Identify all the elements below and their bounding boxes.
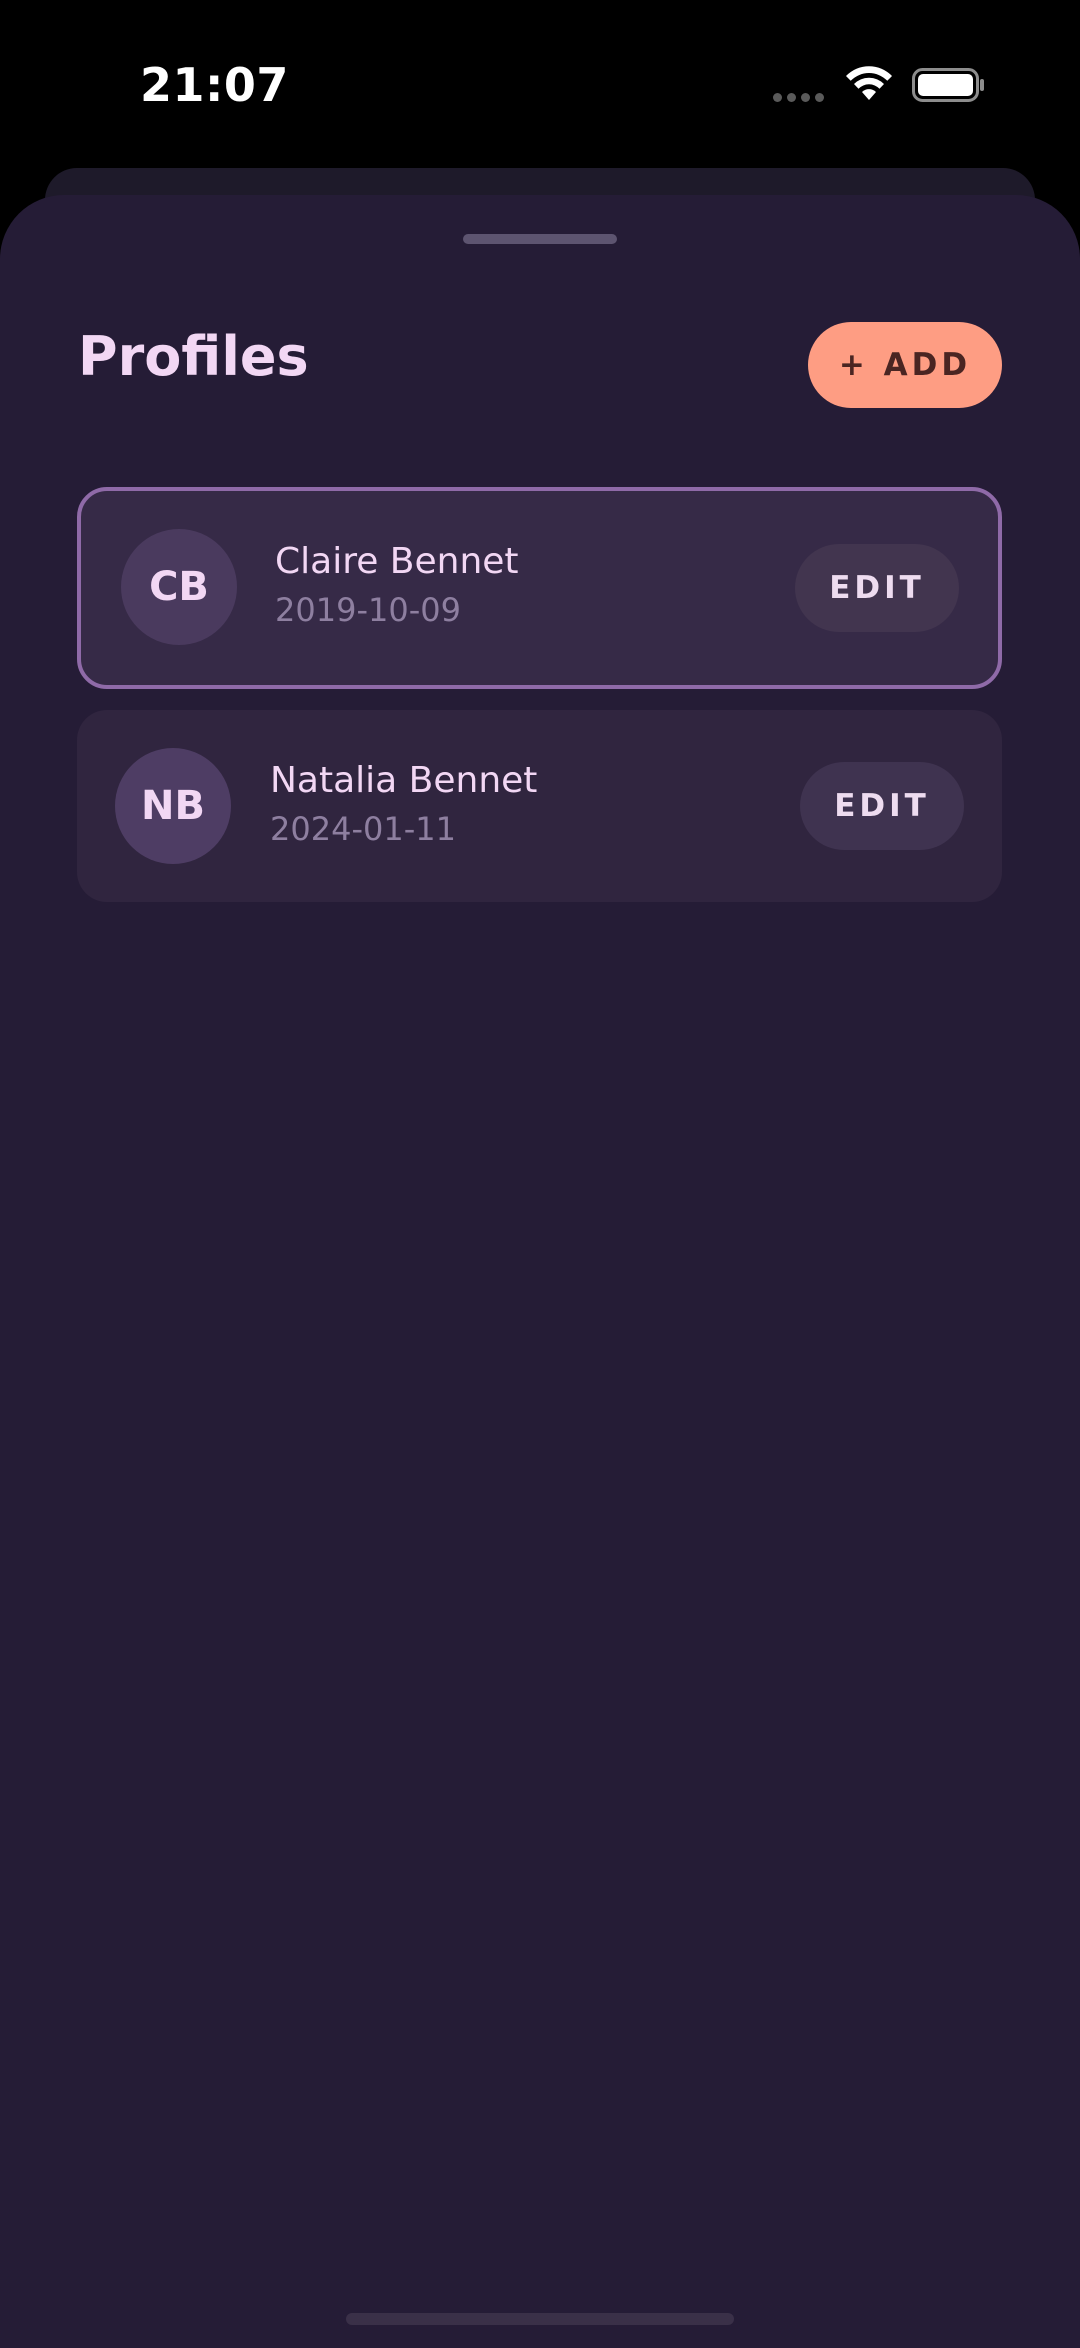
status-time: 21:07 xyxy=(140,58,289,112)
edit-profile-button[interactable]: EDIT xyxy=(800,762,964,850)
edit-profile-button[interactable]: EDIT xyxy=(795,544,959,632)
profile-name: Claire Bennet xyxy=(275,541,519,582)
sheet-grabber[interactable] xyxy=(463,234,617,244)
battery-icon xyxy=(912,68,984,102)
profiles-sheet: Profiles + ADD CB Claire Bennet 2019-10-… xyxy=(0,195,1080,2348)
profile-date: 2024-01-11 xyxy=(270,810,456,848)
profile-date: 2019-10-09 xyxy=(275,591,461,629)
status-bar: 21:07 xyxy=(0,0,1080,170)
page-title: Profiles xyxy=(78,325,309,388)
avatar: CB xyxy=(121,529,237,645)
wifi-icon xyxy=(846,66,892,100)
add-profile-button[interactable]: + ADD xyxy=(808,322,1002,408)
home-indicator[interactable] xyxy=(346,2313,734,2325)
avatar: NB xyxy=(115,748,231,864)
signal-icon xyxy=(773,93,827,103)
profile-name: Natalia Bennet xyxy=(270,760,538,801)
profile-card-natalia-bennet[interactable]: NB Natalia Bennet 2024-01-11 EDIT xyxy=(77,710,1002,902)
profile-card-claire-bennet[interactable]: CB Claire Bennet 2019-10-09 EDIT xyxy=(77,487,1002,689)
